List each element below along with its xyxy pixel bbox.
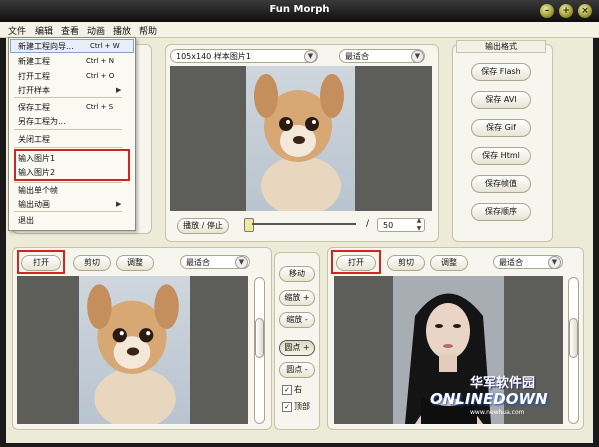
menu-input-image-1[interactable]: 输入图片1 bbox=[18, 153, 55, 164]
close-icon[interactable]: × bbox=[578, 4, 592, 18]
menu-open-project[interactable]: 打开工程 bbox=[18, 71, 50, 82]
maximize-icon[interactable]: + bbox=[559, 4, 573, 18]
menu-separator bbox=[14, 129, 122, 130]
right-adjust-button[interactable]: 调整 bbox=[430, 255, 468, 271]
chevron-down-icon[interactable]: ▼ bbox=[235, 256, 248, 269]
left-adjust-button[interactable]: 调整 bbox=[116, 255, 154, 271]
zoom-out-button[interactable]: 缩放 - bbox=[279, 312, 315, 328]
right-checkbox[interactable]: ✓ bbox=[282, 385, 292, 395]
shortcut-label: Ctrl + N bbox=[86, 57, 115, 65]
save-frame-values-button[interactable]: 保存帧值 bbox=[471, 175, 531, 193]
move-button[interactable]: 移动 bbox=[279, 266, 315, 282]
save-order-button[interactable]: 保存顺序 bbox=[471, 203, 531, 221]
watermark-en: ONLINEDOWN bbox=[430, 390, 548, 408]
shortcut-label: Ctrl + W bbox=[90, 42, 120, 50]
spinner-icon[interactable]: ▲ ▼ bbox=[414, 217, 424, 233]
menu-export-animation[interactable]: 输出动画 bbox=[18, 199, 50, 210]
save-flash-button[interactable]: 保存 Flash bbox=[471, 63, 531, 81]
menu-save-project[interactable]: 保存工程 bbox=[18, 102, 50, 113]
menu-export-frame[interactable]: 输出单个帧 bbox=[18, 185, 58, 196]
menu-animation[interactable]: 动画 bbox=[87, 24, 105, 37]
menu-view[interactable]: 查看 bbox=[61, 24, 79, 37]
submenu-arrow-icon: ▶ bbox=[116, 200, 122, 208]
zoom-in-button[interactable]: 缩放 + bbox=[279, 290, 315, 306]
chevron-down-icon[interactable]: ▼ bbox=[548, 256, 561, 269]
menu-new-project-wizard[interactable]: 新建工程向导... bbox=[18, 41, 74, 52]
frame-slider-track[interactable] bbox=[252, 223, 356, 225]
left-crop-button[interactable]: 剪切 bbox=[73, 255, 111, 271]
watermark-url: www.newhua.com bbox=[470, 409, 525, 416]
frame-slider-thumb[interactable] bbox=[244, 218, 254, 232]
minimize-icon[interactable]: – bbox=[540, 4, 554, 18]
output-heading: 输出格式 bbox=[456, 40, 546, 53]
menu-edit[interactable]: 编辑 bbox=[35, 24, 53, 37]
menu-play[interactable]: 播放 bbox=[113, 24, 131, 37]
menu-new-project[interactable]: 新建工程 bbox=[18, 56, 50, 67]
left-image bbox=[79, 276, 190, 429]
menu-separator bbox=[14, 97, 122, 98]
menu-save-project-as[interactable]: 另存工程为... bbox=[18, 116, 66, 127]
remove-dot-button[interactable]: 圆点 - bbox=[279, 362, 315, 378]
dog-image bbox=[254, 74, 344, 216]
chevron-down-icon[interactable]: ▼ bbox=[411, 50, 424, 63]
menu-separator bbox=[14, 211, 122, 212]
preview-image bbox=[246, 66, 355, 216]
menu-file[interactable]: 文件 bbox=[8, 24, 26, 37]
save-html-button[interactable]: 保存 Html bbox=[471, 147, 531, 165]
save-gif-button[interactable]: 保存 Gif bbox=[471, 119, 531, 137]
play-stop-button[interactable]: 播放 / 停止 bbox=[177, 218, 229, 234]
top-checkbox[interactable]: ✓ bbox=[282, 402, 292, 412]
shortcut-label: Ctrl + O bbox=[86, 72, 115, 80]
chevron-down-icon[interactable]: ▼ bbox=[304, 50, 317, 63]
right-checkbox-label: 右 bbox=[294, 385, 302, 394]
add-dot-button[interactable]: 圆点 + bbox=[279, 340, 315, 356]
shortcut-label: Ctrl + S bbox=[86, 103, 114, 111]
left-scroll-thumb[interactable] bbox=[255, 318, 264, 358]
frame-separator: / bbox=[366, 219, 370, 229]
menu-open-sample[interactable]: 打开样本 bbox=[18, 85, 50, 96]
left-open-button[interactable]: 打开 bbox=[21, 255, 61, 271]
menu-separator bbox=[14, 147, 122, 148]
menu-separator bbox=[14, 182, 122, 183]
top-checkbox-label: 顶部 bbox=[294, 402, 310, 411]
menu-input-image-2[interactable]: 输入图片2 bbox=[18, 167, 55, 178]
right-open-button[interactable]: 打开 bbox=[336, 255, 376, 271]
save-avi-button[interactable]: 保存 AVI bbox=[471, 91, 531, 109]
watermark-cn: 华军软件园 bbox=[470, 376, 536, 391]
right-scroll-thumb[interactable] bbox=[569, 318, 578, 358]
right-crop-button[interactable]: 剪切 bbox=[387, 255, 425, 271]
size-select[interactable]: 105x140 样本图片1 bbox=[170, 49, 318, 63]
menu-close-project[interactable]: 关闭工程 bbox=[18, 134, 50, 145]
menu-help[interactable]: 帮助 bbox=[139, 24, 157, 37]
window-title: Fun Morph bbox=[269, 4, 330, 15]
submenu-arrow-icon: ▶ bbox=[116, 86, 122, 94]
dog-image bbox=[87, 284, 179, 429]
menu-exit[interactable]: 退出 bbox=[18, 215, 34, 226]
